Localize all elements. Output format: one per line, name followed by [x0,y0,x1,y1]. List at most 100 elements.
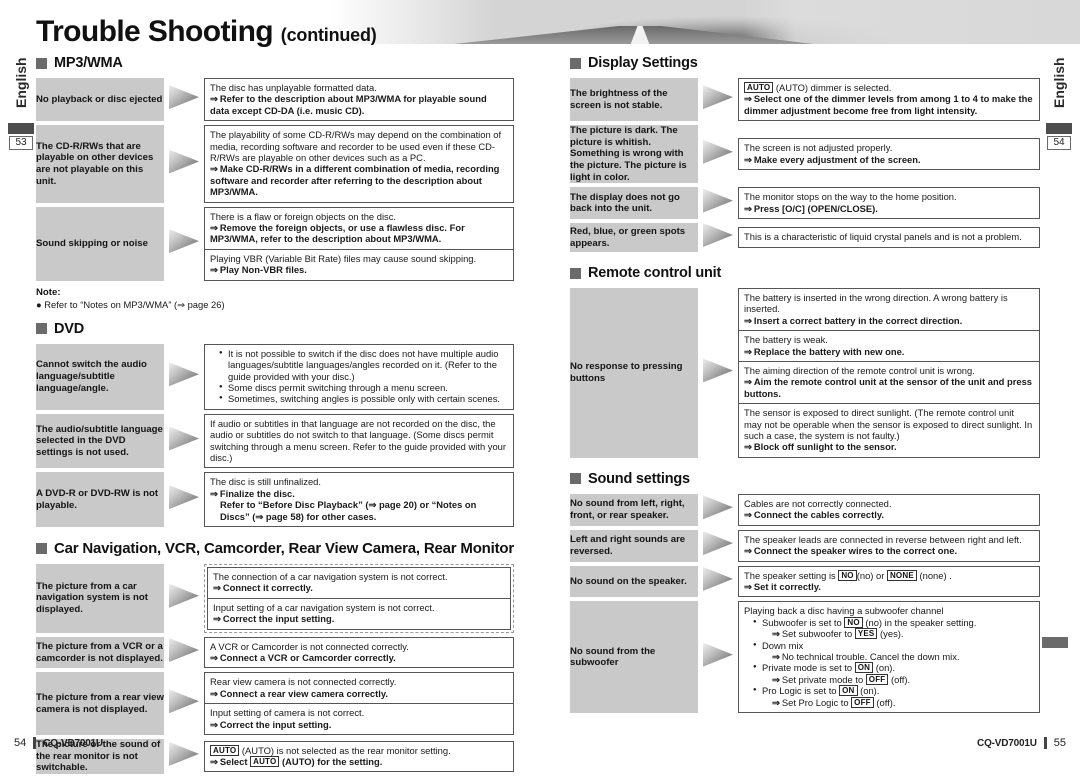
action-arrow-icon [210,222,220,233]
arrow-cell [164,564,204,633]
solution-line: Connect the speaker wires to the correct… [744,545,1034,556]
symptom-cell: Cannot switch the audio language/subtitl… [36,343,164,410]
trouble-row: No sound from the subwoofer Playing back … [570,601,1040,713]
solution-line: Input setting of camera is not correct. [210,707,365,719]
trouble-row: A DVD-R or DVD-RW is not playable. The di… [36,472,514,527]
symptom-cell: The picture from a car navigation system… [36,563,164,633]
solution-block: The screen is not adjusted properly.Make… [739,139,1039,169]
solution-line: The disc has unplayable formatted data. [210,82,377,93]
triangle-arrow-icon [703,139,733,164]
solution-line: Rear view camera is not connected correc… [210,676,397,688]
action-arrow-icon [210,93,220,104]
footer-right-model: CQ-VD7001U [977,737,1037,749]
action-arrow-icon [744,545,754,556]
solution-line: The playability of some CD-R/RWs may dep… [210,129,502,164]
key-badge: NO [844,616,863,628]
trouble-row: The display does not go back into the un… [570,187,1040,219]
trouble-row: The audio/subtitle language selected in … [36,413,514,469]
action-arrow-icon [210,719,220,730]
triangle-arrow-icon [703,495,733,520]
solution-line: Refer to “Before Disc Playback” (⇒ page … [220,499,477,522]
key-badge: NO [838,569,857,581]
action-arrow-icon [210,488,220,499]
key-badge: AUTO [744,82,774,93]
key-badge: AUTO [250,755,280,767]
page-title-main: Trouble Shooting [36,15,274,48]
solution-line: The battery is weak. [744,334,828,346]
solution-bullet-list: Subwoofer is set to NO (no) in the speak… [744,616,1034,708]
action-arrow-icon [744,203,754,214]
section-heading-label: Sound settings [588,470,690,487]
side-tab-left-language: English [13,57,29,109]
arrow-cell [698,288,738,458]
solution-box: AUTO (AUTO) dimmer is selected.Select on… [738,78,1040,122]
solution-cell: Playing back a disc having a subwoofer c… [738,601,1040,713]
solution-line: Play Non-VBR files. [210,264,508,275]
solution-line: Make every adjustment of the screen. [744,154,1034,165]
solution-cell: The monitor stops on the way to the home… [738,187,1040,219]
action-arrow-icon [210,264,220,275]
side-tab-right-page: 54 [1047,136,1071,150]
side-tab-left-page: 53 [9,136,33,150]
display-settings-table: The brightness of the screen is not stab… [570,78,1040,252]
action-arrow-icon [744,376,754,387]
action-arrow-icon [744,509,754,520]
symptom-cell: A DVD-R or DVD-RW is not playable. [36,472,164,527]
solution-box: The speaker setting is NO (no) or NONE (n… [738,565,1040,598]
solution-cell: The playability of some CD-R/RWs may dep… [204,125,514,203]
solution-line: Playing back a disc having a subwoofer c… [744,605,944,617]
solution-line: The aiming direction of the remote contr… [744,365,975,377]
action-arrow-icon [772,651,782,662]
triangle-arrow-icon [169,229,199,254]
key-badge: ON [854,662,874,674]
solution-block: The speaker setting is NO (no) or NONE (n… [739,567,1039,597]
section-heading-car-nav: Car Navigation, VCR, Camcorder, Rear Vie… [36,540,514,557]
solution-block: It is not possible to switch if the disc… [205,345,513,409]
solution-cell: Rear view camera is not connected correc… [204,672,514,736]
solution-line: Input setting of a car navigation system… [213,601,435,613]
solution-line: The speaker setting is NO (no) or NONE (n… [744,569,952,581]
trouble-row: No sound from left, right, front, or rea… [570,493,1040,526]
dvd-table: Cannot switch the audio language/subtitl… [36,343,514,527]
arrow-cell [164,672,204,735]
footer-left: 54 CQ-VD7001U [14,737,103,749]
solution-box: The playability of some CD-R/RWs may dep… [204,125,514,203]
solution-line: The screen is not adjusted properly. [744,142,893,154]
square-bullet-icon [36,542,47,554]
arrow-cell [698,601,738,713]
footer-left-model: CQ-VD7001U [43,737,103,749]
left-column: MP3/WMA No playback or disc ejected The d… [36,55,514,778]
solution-bullet: Some discs permit switching through a me… [219,382,508,394]
action-arrow-icon [744,154,754,165]
mp3wma-note: Note: ● Refer to “Notes on MP3/WMA” (⇒ p… [36,287,514,311]
page-footer: 54 CQ-VD7001U CQ-VD7001U 55 [0,729,1080,749]
section-heading-mp3wma: MP3/WMA [36,55,514,71]
solution-cell: If audio or subtitles in that language a… [204,413,514,469]
solution-block: If audio or subtitles in that language a… [205,415,513,468]
footer-left-page: 54 [14,737,27,749]
symptom-cell: The CD-R/RWs that are playable on other … [36,125,164,203]
solution-box: Playing back a disc having a subwoofer c… [738,601,1040,713]
trouble-row: No response to pressing buttons The batte… [570,288,1040,458]
key-badge: OFF [865,673,889,685]
solution-line: The connection of a car navigation syste… [213,570,448,582]
arrow-cell [698,187,738,219]
solution-line: This is a characteristic of liquid cryst… [744,231,1022,243]
solution-cell: The screen is not adjusted properly.Make… [738,125,1040,183]
arrow-cell [164,78,204,121]
solution-bullet: Sometimes, switching angles is possible … [219,393,508,405]
solution-action: No technical trouble. Cancel the down mi… [762,651,960,662]
solution-block: Playing VBR (Variable Bit Rate) files ma… [205,248,513,280]
solution-line: The sensor is exposed to direct sunlight… [744,407,1033,442]
arrow-cell [164,472,204,527]
solution-block: AUTO (AUTO) dimmer is selected.Select on… [739,79,1039,120]
solution-block: The battery is inserted in the wrong dir… [739,289,1039,330]
triangle-arrow-icon [169,583,199,608]
symptom-cell: The brightness of the screen is not stab… [570,78,698,122]
solution-line: The disc is still unfinalized. [210,476,321,488]
action-arrow-icon [744,315,754,326]
page-header: Trouble Shooting (continued) [0,0,1080,48]
symptom-cell: No sound from left, right, front, or rea… [570,493,698,526]
solution-box: There is a flaw or foreign objects on th… [204,206,514,281]
solution-box: It is not possible to switch if the disc… [204,343,514,410]
